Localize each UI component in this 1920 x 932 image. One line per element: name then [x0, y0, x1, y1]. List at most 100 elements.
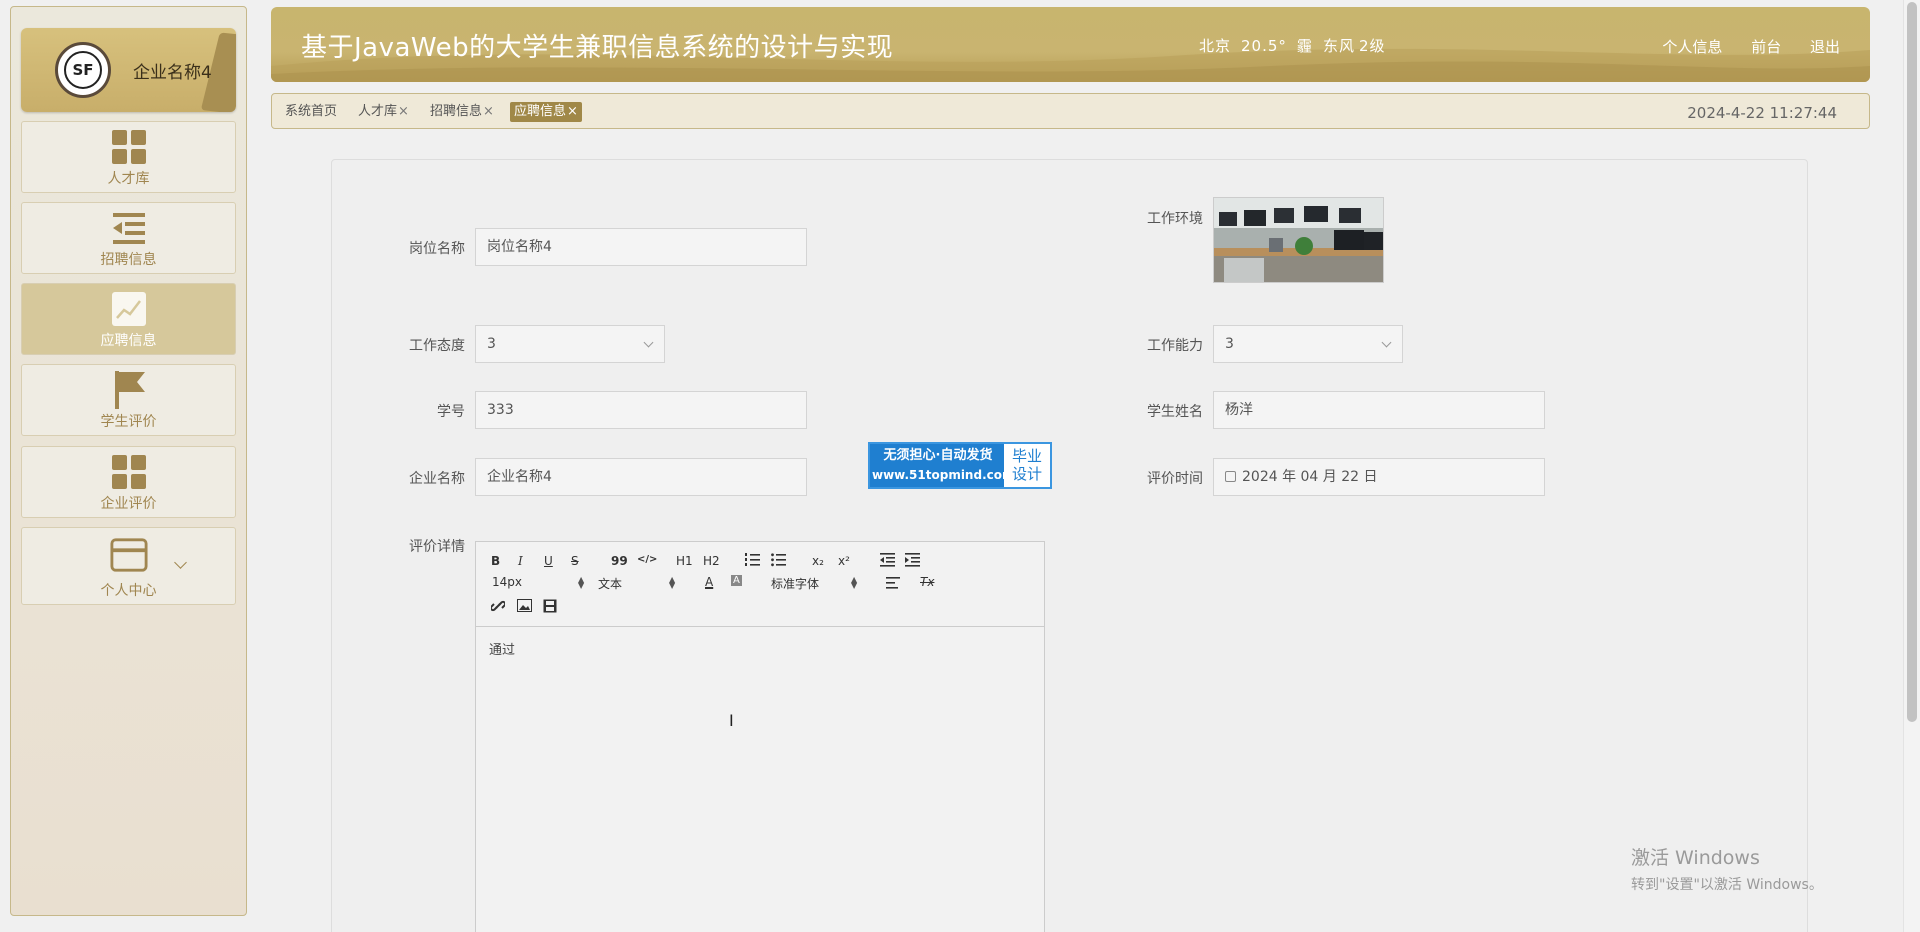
background-color-icon[interactable]: A [731, 575, 742, 586]
close-icon[interactable]: × [567, 104, 578, 119]
italic-button[interactable]: I [518, 554, 523, 568]
align-icon[interactable] [886, 577, 900, 592]
text-type-select[interactable]: 文本 ▲ ▼ [598, 575, 678, 592]
company-card: SF 企业名称4 [21, 28, 236, 112]
ad-line2: www.51topmind.com [872, 468, 1015, 482]
sidebar-item-company-eval[interactable]: 企业评价 [21, 446, 236, 518]
h1-button[interactable]: H1 [676, 554, 693, 568]
student-name-field[interactable]: 杨洋 [1213, 391, 1545, 429]
work-ability-select[interactable]: 3 [1213, 325, 1403, 363]
frontend-link[interactable]: 前台 [1751, 38, 1781, 56]
ad-side2: 设计 [1011, 465, 1042, 483]
work-attitude-select[interactable]: 3 [475, 325, 665, 363]
eval-time-field[interactable]: 2024 年 04 月 22 日 [1213, 458, 1545, 496]
student-id-field[interactable]: 333 [475, 391, 807, 429]
ad-side1: 毕业 [1011, 447, 1042, 465]
tab-home[interactable]: 系统首页 [281, 102, 341, 122]
tab-recruitment[interactable]: 招聘信息× [426, 102, 498, 122]
font-color-icon[interactable]: A [705, 575, 713, 589]
sidebar-item-talent-pool[interactable]: 人才库 [21, 121, 236, 193]
rich-text-editor[interactable]: B I U S 99 </> H1 H2 x₂ x² 14px ▲ ▼ 文本 ▲ ▼… [475, 541, 1045, 932]
list-indent-icon [110, 209, 148, 247]
sidebar-item-label: 人才库 [107, 171, 150, 187]
weather-city: 北京 [1199, 37, 1232, 55]
top-header: 基于JavaWeb的大学生兼职信息系统的设计与实现 北京 20.5° 霾东风 2级 个… [271, 7, 1870, 82]
bullet-list-icon[interactable] [771, 553, 786, 570]
tab-applications[interactable]: 应聘信息× [510, 102, 582, 122]
header-links: 个人信息 前台 退出 [1638, 36, 1840, 57]
editor-toolbar: B I U S 99 </> H1 H2 x₂ x² 14px ▲ ▼ 文本 ▲ ▼… [476, 542, 1044, 627]
flag-icon [110, 371, 148, 409]
tab-bar: 系统首页 人才库× 招聘信息× 应聘信息× 2024-4-22 11:27:44 [271, 93, 1870, 129]
updown-icon: ▲ ▼ [669, 575, 676, 590]
text-type-value: 文本 [598, 577, 623, 591]
bold-button[interactable]: B [491, 554, 500, 568]
font-size-value: 14px [492, 575, 522, 589]
underline-button[interactable]: U [544, 554, 553, 568]
subscript-button[interactable]: x₂ [812, 554, 824, 568]
sidebar-item-applications[interactable]: 应聘信息 [21, 283, 236, 355]
calendar-icon [1225, 471, 1236, 482]
font-family-value: 标准字体 [771, 577, 820, 591]
student-name-label: 学生姓名 [1147, 404, 1203, 420]
close-icon[interactable]: × [483, 104, 494, 119]
editor-content[interactable]: 通过 [476, 627, 1044, 670]
code-button[interactable]: </> [637, 554, 657, 565]
strike-button[interactable]: S [571, 554, 579, 568]
sidebar-item-student-eval[interactable]: 学生评价 [21, 364, 236, 436]
company-name: 企业名称4 [133, 63, 212, 83]
clear-format-button[interactable]: Tx [920, 575, 934, 589]
blockquote-button[interactable]: 99 [611, 554, 628, 568]
chevron-down-icon[interactable] [174, 556, 187, 569]
position-name-label: 岗位名称 [409, 241, 465, 257]
eval-detail-label: 评价详情 [409, 539, 465, 555]
sidebar-item-label: 招聘信息 [100, 252, 157, 268]
work-env-image[interactable] [1213, 197, 1384, 283]
indent-icon[interactable] [905, 553, 920, 570]
watermark-ad[interactable]: 无须担心·自动发货 www.51topmind.com 毕业 设计 [868, 442, 1052, 489]
card-icon [109, 536, 148, 574]
updown-icon: ▲ ▼ [578, 575, 585, 590]
close-icon[interactable]: × [398, 104, 409, 119]
work-env-label: 工作环境 [1147, 211, 1203, 227]
tab-talent-pool[interactable]: 人才库× [354, 102, 413, 122]
datetime-display: 2024-4-22 11:27:44 [1687, 104, 1837, 122]
sidebar-item-recruitment[interactable]: 招聘信息 [21, 202, 236, 274]
company-name-field[interactable]: 企业名称4 [475, 458, 807, 496]
logout-link[interactable]: 退出 [1810, 38, 1840, 56]
updown-icon: ▲ ▼ [851, 575, 858, 590]
superscript-button[interactable]: x² [838, 554, 850, 568]
outdent-icon[interactable] [880, 553, 895, 570]
weather-temp: 20.5° [1241, 37, 1287, 55]
sidebar-item-personal-center[interactable]: 个人中心 [21, 527, 236, 605]
grid-icon [110, 453, 148, 491]
position-name-field[interactable]: 岗位名称4 [475, 228, 807, 266]
ordered-list-icon[interactable] [745, 553, 760, 570]
office-photo [1214, 198, 1383, 282]
company-name-label: 企业名称 [409, 471, 465, 487]
video-icon[interactable] [543, 599, 557, 616]
activation-subtitle: 转到"设置"以激活 Windows。 [1631, 877, 1823, 893]
link-icon[interactable] [489, 599, 507, 616]
tab-label: 招聘信息 [430, 104, 483, 119]
font-size-select[interactable]: 14px ▲ ▼ [492, 575, 584, 590]
profile-link[interactable]: 个人信息 [1662, 38, 1722, 56]
page-scrollbar[interactable] [1903, 0, 1920, 932]
weather-condition: 霾 [1296, 37, 1313, 55]
ad-text: 无须担心·自动发货 www.51topmind.com [872, 447, 1015, 485]
sidebar: SF 企业名称4 人才库 招聘信息 应聘信息 学生评价 企业评价 个人中心 [10, 6, 247, 916]
grid-icon [110, 128, 148, 166]
sidebar-item-label: 应聘信息 [100, 333, 157, 349]
h2-button[interactable]: H2 [703, 554, 720, 568]
work-ability-value: 3 [1225, 336, 1234, 352]
sidebar-item-label: 学生评价 [100, 414, 157, 430]
weather-level: 2级 [1358, 37, 1386, 55]
scrollbar-thumb[interactable] [1907, 2, 1917, 722]
font-family-select[interactable]: 标准字体 ▲ ▼ [771, 575, 871, 592]
tab-label: 人才库 [358, 104, 398, 119]
image-icon[interactable] [517, 599, 532, 615]
ad-badge: 毕业 设计 [1004, 444, 1050, 487]
weather-widget: 北京 20.5° 霾东风 2级 [1199, 35, 1396, 56]
eval-time-label: 评价时间 [1147, 471, 1203, 487]
eval-time-value: 2024 年 04 月 22 日 [1242, 469, 1378, 485]
